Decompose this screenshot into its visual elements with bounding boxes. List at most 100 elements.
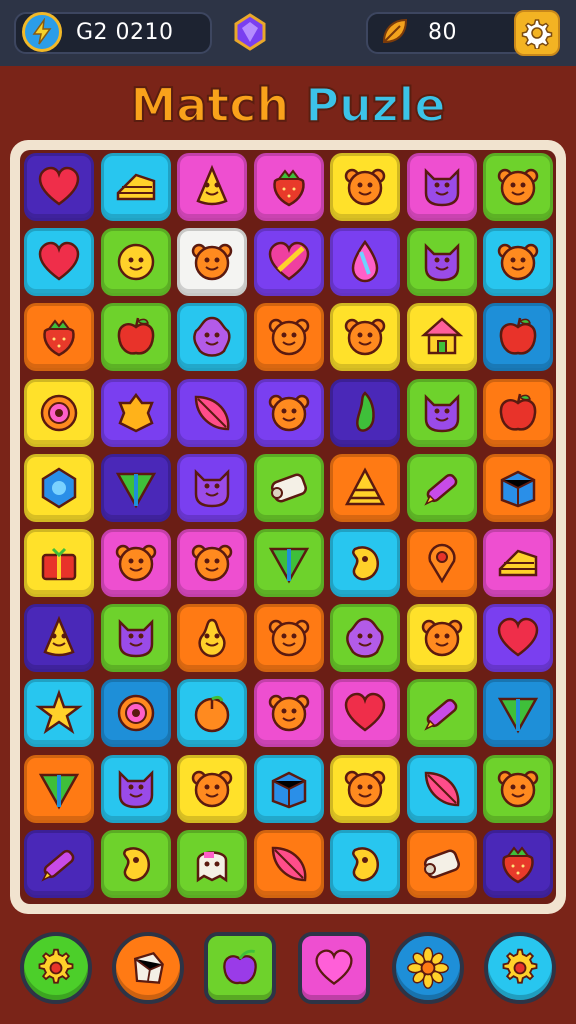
tile-bear[interactable] — [253, 604, 324, 673]
tile-triangle[interactable] — [483, 679, 553, 748]
tile-ghost[interactable] — [177, 829, 247, 898]
tile-cat[interactable] — [406, 378, 477, 447]
tile-cheese[interactable] — [100, 153, 171, 221]
bear-icon — [268, 319, 309, 356]
bear-icon — [191, 770, 233, 807]
tile-heart[interactable] — [24, 228, 94, 297]
tile-bear[interactable] — [253, 378, 324, 447]
strawberry-icon — [502, 846, 534, 884]
bottom-button-box[interactable] — [112, 932, 184, 1004]
tile-triangle[interactable] — [24, 754, 94, 823]
tile-pin[interactable] — [406, 529, 477, 597]
tile-mango[interactable] — [100, 829, 171, 898]
tile-bear[interactable] — [483, 153, 553, 221]
tile-leaf[interactable] — [406, 754, 477, 823]
tile-strawberry[interactable] — [253, 153, 324, 221]
triangle-icon — [38, 773, 80, 810]
tile-donut[interactable] — [100, 679, 171, 748]
tile-pepper[interactable] — [330, 378, 400, 447]
tile-bear[interactable] — [177, 754, 247, 823]
tile-pear[interactable] — [177, 604, 247, 673]
tile-star-face[interactable] — [24, 604, 94, 673]
tile-bear[interactable] — [177, 228, 247, 297]
tile-scroll[interactable] — [406, 829, 477, 898]
tile-cheese[interactable] — [483, 529, 553, 597]
tile-bear[interactable] — [253, 679, 324, 748]
tile-box[interactable] — [253, 754, 324, 823]
bottom-button-heart[interactable] — [298, 932, 370, 1004]
tile-triangle[interactable] — [253, 529, 324, 597]
tile-peach[interactable] — [177, 679, 247, 748]
tile-cat[interactable] — [100, 754, 171, 823]
tile-leaf[interactable] — [177, 378, 247, 447]
tile-scroll[interactable] — [253, 453, 324, 522]
tile-apple[interactable] — [100, 303, 171, 372]
pear-icon — [198, 618, 226, 658]
tile-bear[interactable] — [330, 754, 400, 823]
tile-apple[interactable] — [483, 303, 553, 372]
leaf-icon — [424, 771, 459, 806]
tile-drop[interactable] — [330, 228, 400, 297]
blob-icon — [193, 317, 231, 358]
tile-bear[interactable] — [483, 754, 553, 823]
tile-crayon[interactable] — [24, 829, 94, 898]
tile-bear[interactable] — [330, 303, 400, 372]
tile-leaf[interactable] — [253, 829, 324, 898]
tile-star-face[interactable] — [177, 153, 247, 221]
tile-heart[interactable] — [483, 604, 553, 673]
tile-gift[interactable] — [24, 529, 94, 597]
bottom-button-gear[interactable] — [484, 932, 556, 1004]
tile-bear[interactable] — [253, 303, 324, 372]
tile-mango[interactable] — [330, 829, 400, 898]
strawberry-icon — [43, 319, 75, 357]
settings-button[interactable] — [514, 10, 560, 56]
tile-lemon[interactable] — [100, 378, 171, 447]
tile-blob[interactable] — [177, 303, 247, 372]
tile-house[interactable] — [406, 303, 477, 372]
tile-bear[interactable] — [330, 153, 400, 221]
tile-cat[interactable] — [177, 453, 247, 522]
tile-star[interactable] — [24, 679, 94, 748]
bottom-button-apple[interactable] — [204, 932, 276, 1004]
peach-icon — [194, 696, 230, 733]
tile-cat[interactable] — [406, 228, 477, 297]
hexagon-icon — [41, 467, 77, 509]
bear-icon — [497, 168, 539, 206]
tile-crayon[interactable] — [406, 453, 477, 522]
tile-mango[interactable] — [330, 529, 400, 597]
top-bar: G2 0210 80 — [0, 0, 576, 66]
tile-triangle[interactable] — [100, 453, 171, 522]
tile-heart-stripe[interactable] — [253, 228, 324, 297]
bottom-button-gear[interactable] — [20, 932, 92, 1004]
tile-box[interactable] — [483, 453, 553, 522]
tile-bear[interactable] — [406, 604, 477, 673]
star-face-icon — [196, 164, 228, 206]
purple-gem-icon[interactable] — [226, 8, 274, 56]
tile-blob[interactable] — [330, 604, 400, 673]
title-word-1: Match — [129, 77, 290, 133]
tile-strawberry[interactable] — [24, 303, 94, 372]
donut-icon — [40, 394, 78, 431]
tile-donut[interactable] — [24, 378, 94, 447]
tile-heart[interactable] — [24, 153, 94, 221]
tile-crayon[interactable] — [406, 679, 477, 748]
tile-bear[interactable] — [177, 529, 247, 597]
leaf-coin-icon — [374, 12, 414, 52]
flower-icon — [407, 947, 449, 989]
bear-icon — [268, 619, 309, 657]
tile-cat[interactable] — [100, 604, 171, 673]
tile-smiley[interactable] — [100, 228, 171, 297]
lemon-icon — [117, 392, 154, 432]
heart-icon — [344, 693, 386, 732]
bear-icon — [115, 544, 156, 582]
tile-bear[interactable] — [483, 228, 553, 297]
bottom-button-flower[interactable] — [392, 932, 464, 1004]
tile-hexagon[interactable] — [24, 453, 94, 522]
tile-bear[interactable] — [100, 529, 171, 597]
tile-pyramid[interactable] — [330, 453, 400, 522]
tile-cat[interactable] — [406, 153, 477, 221]
crayon-icon — [423, 699, 457, 732]
tile-strawberry[interactable] — [483, 829, 553, 898]
tile-apple[interactable] — [483, 378, 553, 447]
tile-heart[interactable] — [330, 679, 400, 748]
